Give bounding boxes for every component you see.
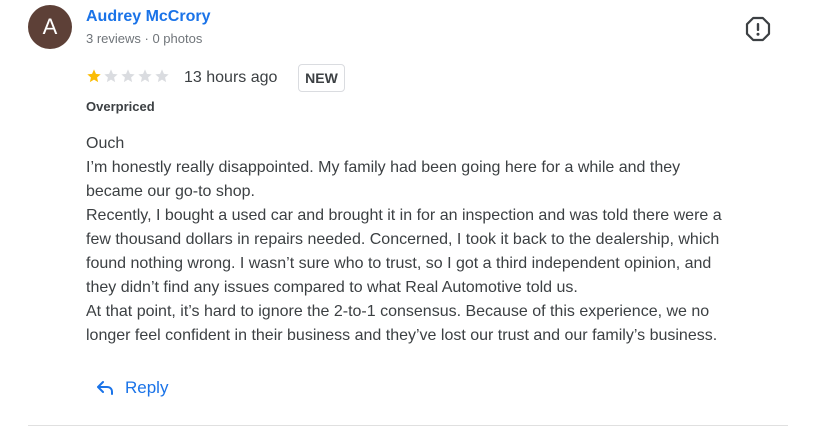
reviewer-meta: 3 reviews · 0 photos: [86, 31, 203, 46]
reply-label: Reply: [125, 378, 169, 397]
review-text-line: longer feel confident in their business …: [86, 327, 718, 344]
review-text-line: they didn’t find any issues compared to …: [86, 279, 578, 296]
review-tag: Overpriced: [86, 99, 155, 114]
review-text-line: Ouch: [86, 135, 125, 152]
avatar-initial: A: [42, 14, 58, 39]
review-text-line: became our go-to shop.: [86, 183, 255, 200]
star-rating: [86, 68, 170, 84]
review-text-line: I’m honestly really disappointed. My fam…: [86, 159, 681, 176]
divider: [28, 425, 788, 426]
review-text: Ouch I’m honestly really disappointed. M…: [86, 132, 806, 348]
star-icon: [87, 69, 101, 83]
review-text-line: few thousand dollars in repairs needed. …: [86, 231, 720, 248]
avatar[interactable]: A: [28, 5, 72, 49]
report-button[interactable]: [745, 16, 771, 42]
reply-arrow-icon: [97, 381, 113, 395]
star-icon: [121, 69, 135, 83]
review-text-line: Recently, I bought a used car and brough…: [86, 207, 722, 224]
report-icon: [745, 16, 771, 42]
new-badge: NEW: [298, 64, 345, 92]
star-icon: [138, 69, 152, 83]
review-text-line: At that point, it’s hard to ignore the 2…: [86, 303, 710, 320]
reviewer-name[interactable]: Audrey McCrory: [86, 8, 210, 26]
review-text-line: found nothing wrong. I wasn’t sure who t…: [86, 255, 712, 272]
review-time: 13 hours ago: [184, 69, 278, 86]
star-icon: [155, 69, 169, 83]
star-icon: [104, 69, 118, 83]
reply-button[interactable]: Reply: [95, 374, 168, 402]
